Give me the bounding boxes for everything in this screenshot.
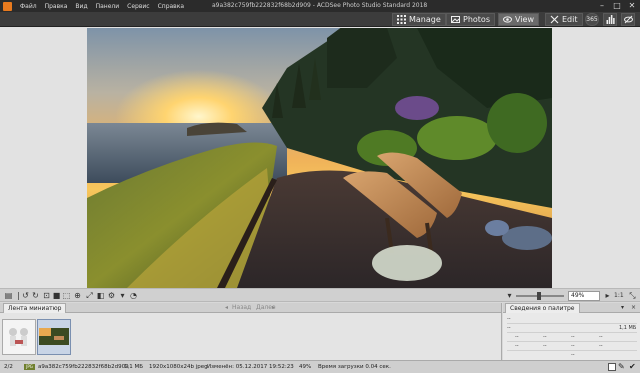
rotate-right-icon[interactable]: ↻ <box>31 291 40 300</box>
mode-bar: Manage Photos View Edit 365 <box>0 12 640 27</box>
status-index: 2/2 <box>4 364 13 370</box>
grid-icon <box>397 15 406 24</box>
view-mode-label: View <box>515 15 534 24</box>
zoom-spin-icon[interactable]: ▸ <box>603 291 612 300</box>
acdsee-window: Файл Правка Вид Панели Сервис Справка a9… <box>0 0 640 373</box>
palette-top-left: -- <box>507 316 511 322</box>
maximize-button[interactable]: □ <box>610 0 624 12</box>
filmstrip-panel: Лента миниатюр ◂ Назад Далее ▸ <box>0 303 502 360</box>
status-filename: a9a382c759fb222832f68b2d909 <box>38 364 129 370</box>
eye-icon <box>503 16 512 23</box>
palette-row-top: -- <box>507 315 637 324</box>
zoom-value: 49% <box>571 292 585 299</box>
panel-toggle-icon[interactable]: ▤ <box>4 291 13 300</box>
settings-icon[interactable]: ⚙ <box>107 291 116 300</box>
close-button[interactable]: ✕ <box>625 0 639 12</box>
timer-icon[interactable]: ◔ <box>129 291 138 300</box>
palette-cell: -- <box>515 343 519 349</box>
grid-toggle-icon[interactable] <box>608 363 616 371</box>
status-modified: Изменён: 05.12.2017 19:52:23 <box>207 364 294 370</box>
menu-panels[interactable]: Панели <box>92 3 124 10</box>
rotate-left-icon[interactable]: ↺ <box>21 291 30 300</box>
stop-icon[interactable]: ■ <box>52 291 61 300</box>
next-arrow-icon[interactable]: ▸ <box>272 303 275 313</box>
prev-arrow-icon[interactable]: ◂ <box>225 303 228 313</box>
zoom-icon[interactable]: ⊕ <box>73 291 82 300</box>
menu-help[interactable]: Справка <box>154 3 188 10</box>
checkmark-icon[interactable]: ✔ <box>629 361 636 373</box>
thumbnail-selected[interactable] <box>37 319 71 355</box>
menu-edit[interactable]: Правка <box>41 3 72 10</box>
menu-tools[interactable]: Сервис <box>123 3 153 10</box>
tab-filmstrip[interactable]: Лента миниатюр <box>3 303 67 313</box>
palette-cell: -- <box>571 343 575 349</box>
edit-mode-button[interactable]: Edit <box>545 13 583 26</box>
palette-info-panel: Сведения о палитре ▾ × -- -- 1,1 МБ -- -… <box>503 303 640 360</box>
365-label: 365 <box>586 16 598 23</box>
status-bar: 2/2 JPG a9a382c759fb222832f68b2d909 1,1 … <box>0 360 640 373</box>
window-title: a9a382c759fb222832f68b2d909 - ACDSee Pho… <box>212 2 428 9</box>
filmstrip-header: Лента миниатюр ◂ Назад Далее ▸ <box>0 303 501 313</box>
main-photo[interactable] <box>87 28 552 288</box>
tab-palette-info[interactable]: Сведения о палитре <box>505 303 580 313</box>
palette-cell: -- <box>571 334 575 340</box>
status-filesize: 1,1 МБ <box>124 364 144 370</box>
fit-window-icon[interactable]: ⤡ <box>628 291 637 300</box>
zoom-slider-thumb[interactable] <box>537 292 541 300</box>
palette-cell: -- <box>543 343 547 349</box>
hide-panel-icon[interactable] <box>621 13 635 26</box>
manage-mode-button[interactable]: Manage <box>392 13 446 26</box>
palette-cell: -- <box>515 334 519 340</box>
palette-cell: -- <box>599 343 603 349</box>
palette-cell: -- <box>599 334 603 340</box>
selection-icon[interactable]: ⬚ <box>62 291 71 300</box>
palette-cell: -- <box>543 334 547 340</box>
photos-mode-label: Photos <box>463 15 490 24</box>
edit-tools-icon <box>550 15 559 24</box>
histogram-icon[interactable] <box>603 13 617 26</box>
fit-screen-icon[interactable]: ⤢ <box>85 291 94 300</box>
panel-close-icon[interactable]: × <box>631 303 636 313</box>
app-logo-icon[interactable] <box>3 1 12 11</box>
menu-view[interactable]: Вид <box>71 3 91 10</box>
status-format-badge: JPG <box>24 364 35 370</box>
thumbnail[interactable] <box>2 319 36 355</box>
edit-mode-label: Edit <box>562 15 578 24</box>
365-button[interactable]: 365 <box>585 13 599 26</box>
zoom-dropdown-icon[interactable]: ▾ <box>505 291 514 300</box>
prev-button[interactable]: Назад <box>232 303 251 313</box>
palette-row-size: -- 1,1 МБ <box>507 324 637 333</box>
actual-size-button[interactable]: 1:1 <box>614 291 624 300</box>
photos-icon <box>451 16 460 23</box>
palette-header: Сведения о палитре ▾ × <box>503 303 640 313</box>
palette-row: -- -- -- -- <box>507 342 637 351</box>
zoom-input[interactable]: 49% <box>568 291 600 301</box>
pencil-icon[interactable]: ✎ <box>618 361 625 373</box>
pin-icon[interactable]: ▾ <box>621 303 624 313</box>
photos-mode-button[interactable]: Photos <box>446 13 495 26</box>
palette-row: -- -- -- -- <box>507 333 637 342</box>
status-load-time: Время загрузки 0.04 сек. <box>318 364 391 370</box>
menu-file[interactable]: Файл <box>16 3 41 10</box>
arrange-icon[interactable]: ◧ <box>96 291 105 300</box>
palette-cell: -- <box>571 352 575 358</box>
status-zoom: 49% <box>299 364 312 370</box>
palette-row: -- <box>507 351 637 360</box>
status-dimensions: 1920x1080x24b jpeg <box>149 364 208 370</box>
minimize-button[interactable]: – <box>595 0 609 12</box>
viewer-toolbar: ▤ | ↺ ↻ ⊡ ■ ⬚ ⊕ ⤢ ◧ ⚙ ▾ ◔ ▾ 49% ▸ 1:1 ⤡ <box>0 288 640 302</box>
image-viewer[interactable] <box>0 27 640 288</box>
view-mode-button[interactable]: View <box>498 13 539 26</box>
crop-icon[interactable]: ⊡ <box>42 291 51 300</box>
palette-dash: -- <box>507 325 511 331</box>
slideshow-icon[interactable]: ▾ <box>118 291 127 300</box>
manage-mode-label: Manage <box>409 15 441 24</box>
palette-size: 1,1 МБ <box>619 325 637 331</box>
title-bar: Файл Правка Вид Панели Сервис Справка a9… <box>0 0 640 12</box>
